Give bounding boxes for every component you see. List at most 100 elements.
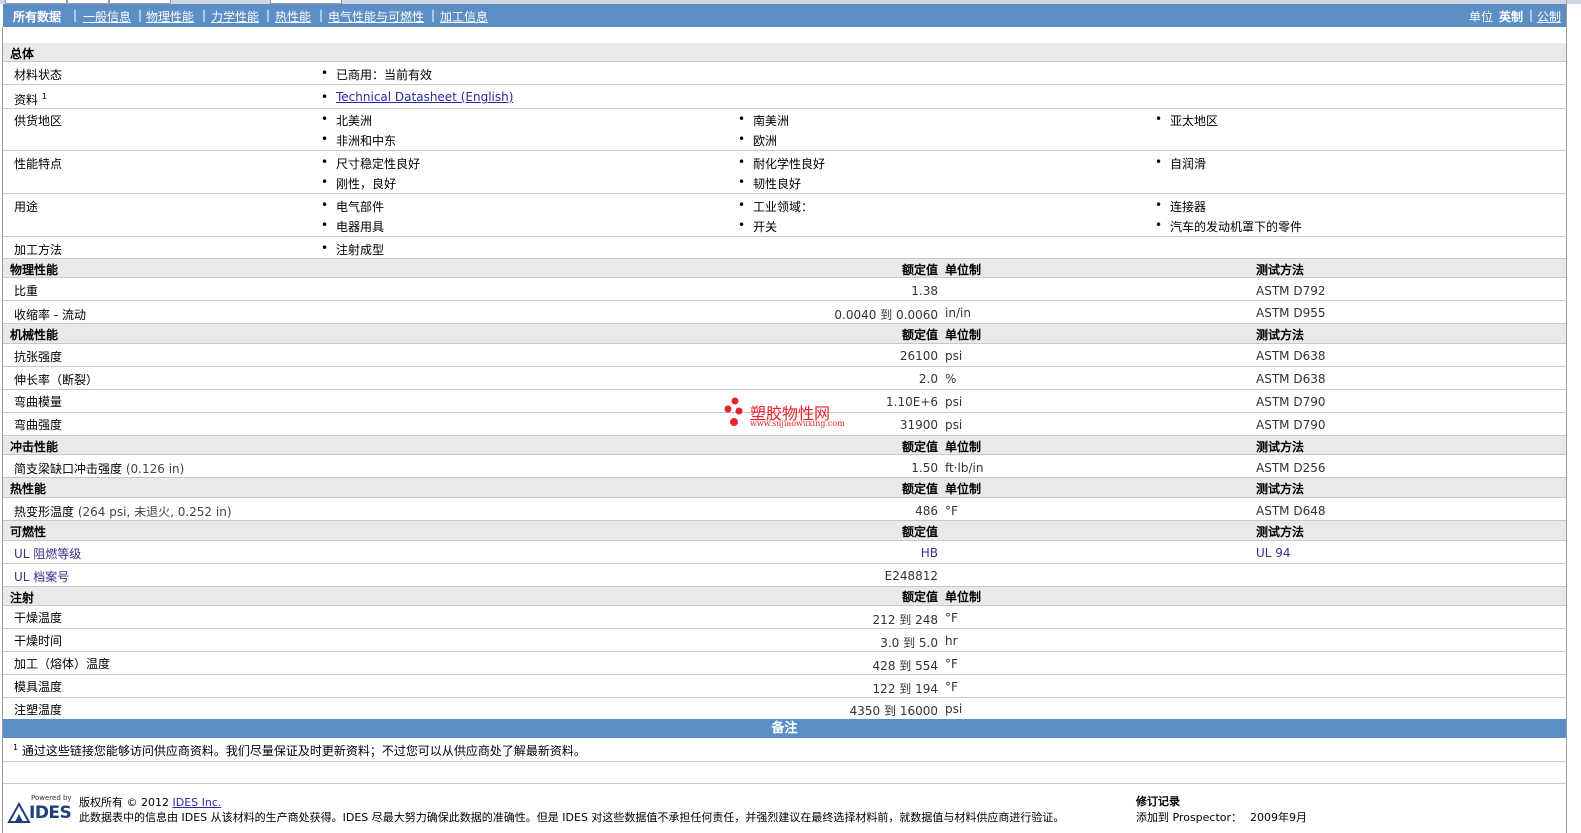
nav-all-data[interactable]: 所有数据 [13, 8, 61, 25]
added-label: 添加到 Prospector： [1136, 811, 1243, 824]
table-row: 干燥温度 212 到 248 °F [3, 606, 1566, 629]
copyright-line: 版权所有 © 2012 IDES Inc. [79, 794, 221, 810]
property-unit: °F [945, 611, 958, 625]
property-label: 弯曲强度 [14, 418, 63, 432]
property-unit: hr [945, 634, 958, 648]
powered-by-text: Powered by [31, 794, 72, 802]
row-supply-regions: 供货地区 北美洲 南美洲 亚太地区 非洲和中东 欧洲 [3, 109, 1566, 151]
feature-item: 耐化学性良好 [738, 155, 825, 172]
nav-separator: | [73, 8, 78, 22]
table-row: 加工（熔体）温度 428 到 554 °F [3, 652, 1566, 675]
note-text: 1 通过这些链接您能够访问供应商资料。我们尽量保证及时更新资料；不过您可以从供应… [13, 742, 586, 759]
row-uses: 用途 电气部件 工业领域： 连接器 电器用具 开关 汽车的发动机罩下的零件 [3, 194, 1566, 237]
processing-method-value: 注射成型 [321, 241, 384, 258]
section-title: 机械性能 [10, 328, 59, 342]
property-label: 弯曲模量 [14, 395, 63, 409]
property-value: 486 [915, 504, 938, 518]
test-condition: (264 psi, 未退火, 0.252 in) [77, 505, 232, 519]
nav-separator: | [1529, 8, 1534, 22]
row-label: 性能特点 [14, 157, 63, 171]
section-injection: 注射 额定值 单位制 [3, 587, 1566, 606]
footnote-ref: 1 [41, 92, 47, 101]
property-label: 干燥温度 [14, 611, 63, 625]
row-documents: 资料 1 Technical Datasheet (English) [3, 85, 1566, 109]
nav-separator: | [266, 8, 271, 22]
property-value: HB [920, 546, 938, 560]
row-label: 材料状态 [14, 68, 63, 82]
table-row: 注塑温度 4350 到 16000 psi [3, 698, 1566, 718]
region-item: 亚太地区 [1155, 112, 1218, 129]
use-item: 汽车的发动机罩下的零件 [1155, 218, 1302, 235]
property-label: UL 档案号 [14, 570, 70, 584]
property-name: 热变形温度 [14, 505, 75, 519]
property-unit: psi [945, 418, 963, 432]
header-unit: 单位制 [945, 590, 982, 604]
region-item: 北美洲 [321, 112, 372, 129]
section-thermal: 热性能 额定值 单位制 测试方法 [3, 478, 1566, 498]
watermark: 塑胶物性网 www.sujiaowuxing.com [722, 397, 845, 432]
header-method: 测试方法 [1256, 525, 1305, 539]
property-label: 模具温度 [14, 680, 63, 694]
row-label: 用途 [14, 200, 39, 214]
ides-logo-mark-icon [7, 801, 31, 823]
table-row: 热变形温度 (264 psi, 未退火, 0.252 in) 486 °F AS… [3, 498, 1566, 521]
footnote-number: 1 [13, 743, 19, 752]
header-value: 额定值 [901, 440, 938, 454]
use-item: 连接器 [1155, 198, 1206, 215]
property-value: 0.0040 到 0.0060 [834, 308, 938, 322]
ides-logo-text: IDES [29, 803, 72, 823]
nav-thermal[interactable]: 热性能 [275, 8, 311, 25]
nav-physical[interactable]: 物理性能 [146, 8, 194, 25]
property-value: 26100 [899, 349, 938, 363]
row-processing-method: 加工方法 注射成型 [3, 237, 1566, 259]
header-value: 额定值 [901, 328, 938, 342]
unit-metric-link[interactable]: 公制 [1537, 8, 1561, 25]
property-unit: psi [945, 702, 963, 716]
revision-history-title: 修订记录 [1136, 795, 1180, 808]
property-label: 抗张强度 [14, 350, 63, 364]
feature-item: 自润滑 [1155, 155, 1206, 172]
property-label: 注塑温度 [14, 703, 63, 717]
property-value: 1.50 [911, 461, 938, 475]
nav-mechanical[interactable]: 力学性能 [211, 8, 259, 25]
property-unit: % [945, 372, 957, 386]
table-row: UL 阻燃等级 HB UL 94 [3, 541, 1566, 564]
test-method: UL 94 [1256, 546, 1291, 560]
nav-processing[interactable]: 加工信息 [440, 8, 488, 25]
test-method: ASTM D790 [1256, 395, 1326, 409]
header-value: 额定值 [901, 482, 938, 496]
feature-item: 韧性良好 [738, 175, 801, 192]
technical-datasheet-link[interactable]: Technical Datasheet (English) [336, 90, 513, 104]
frame-right-border [1566, 0, 1567, 833]
section-title: 可燃性 [10, 525, 47, 539]
test-method: ASTM D792 [1256, 284, 1326, 298]
section-general: 总体 [3, 43, 1566, 62]
revision-added-line: 添加到 Prospector： 2009年9月 [1136, 809, 1307, 825]
nav-separator: | [431, 8, 436, 22]
property-value: 4350 到 16000 [849, 704, 938, 718]
property-unit: °F [945, 657, 958, 671]
nav-electrical[interactable]: 电气性能与可燃性 [328, 8, 424, 25]
property-label: 热变形温度 (264 psi, 未退火, 0.252 in) [14, 503, 232, 520]
docs-bullet: Technical Datasheet (English) [321, 90, 513, 104]
header-method: 测试方法 [1256, 482, 1305, 496]
use-item: 电气部件 [321, 198, 384, 215]
nav-general-info[interactable]: 一般信息 [83, 8, 131, 25]
property-unit: psi [945, 349, 963, 363]
ides-company-link[interactable]: IDES Inc. [173, 796, 222, 809]
header-value: 额定值 [901, 590, 938, 604]
section-physical: 物理性能 额定值 单位制 测试方法 [3, 259, 1566, 278]
header-unit: 单位制 [945, 440, 982, 454]
header-method: 测试方法 [1256, 263, 1305, 277]
feature-item: 尺寸稳定性良好 [321, 155, 420, 172]
row-features: 性能特点 尺寸稳定性良好 耐化学性良好 自润滑 刚性，良好 韧性良好 [3, 151, 1566, 194]
table-row: 收缩率 - 流动 0.0040 到 0.0060 in/in ASTM D955 [3, 301, 1566, 324]
notes-header: 备注 [3, 719, 1566, 738]
unit-imperial[interactable]: 英制 [1499, 8, 1523, 25]
section-title: 冲击性能 [10, 440, 59, 454]
spacer-row [3, 762, 1566, 784]
use-item: 电器用具 [321, 218, 384, 235]
nav-separator: | [319, 8, 324, 22]
watermark-url: www.sujiaowuxing.com [750, 419, 845, 428]
row-label: 供货地区 [14, 114, 63, 128]
